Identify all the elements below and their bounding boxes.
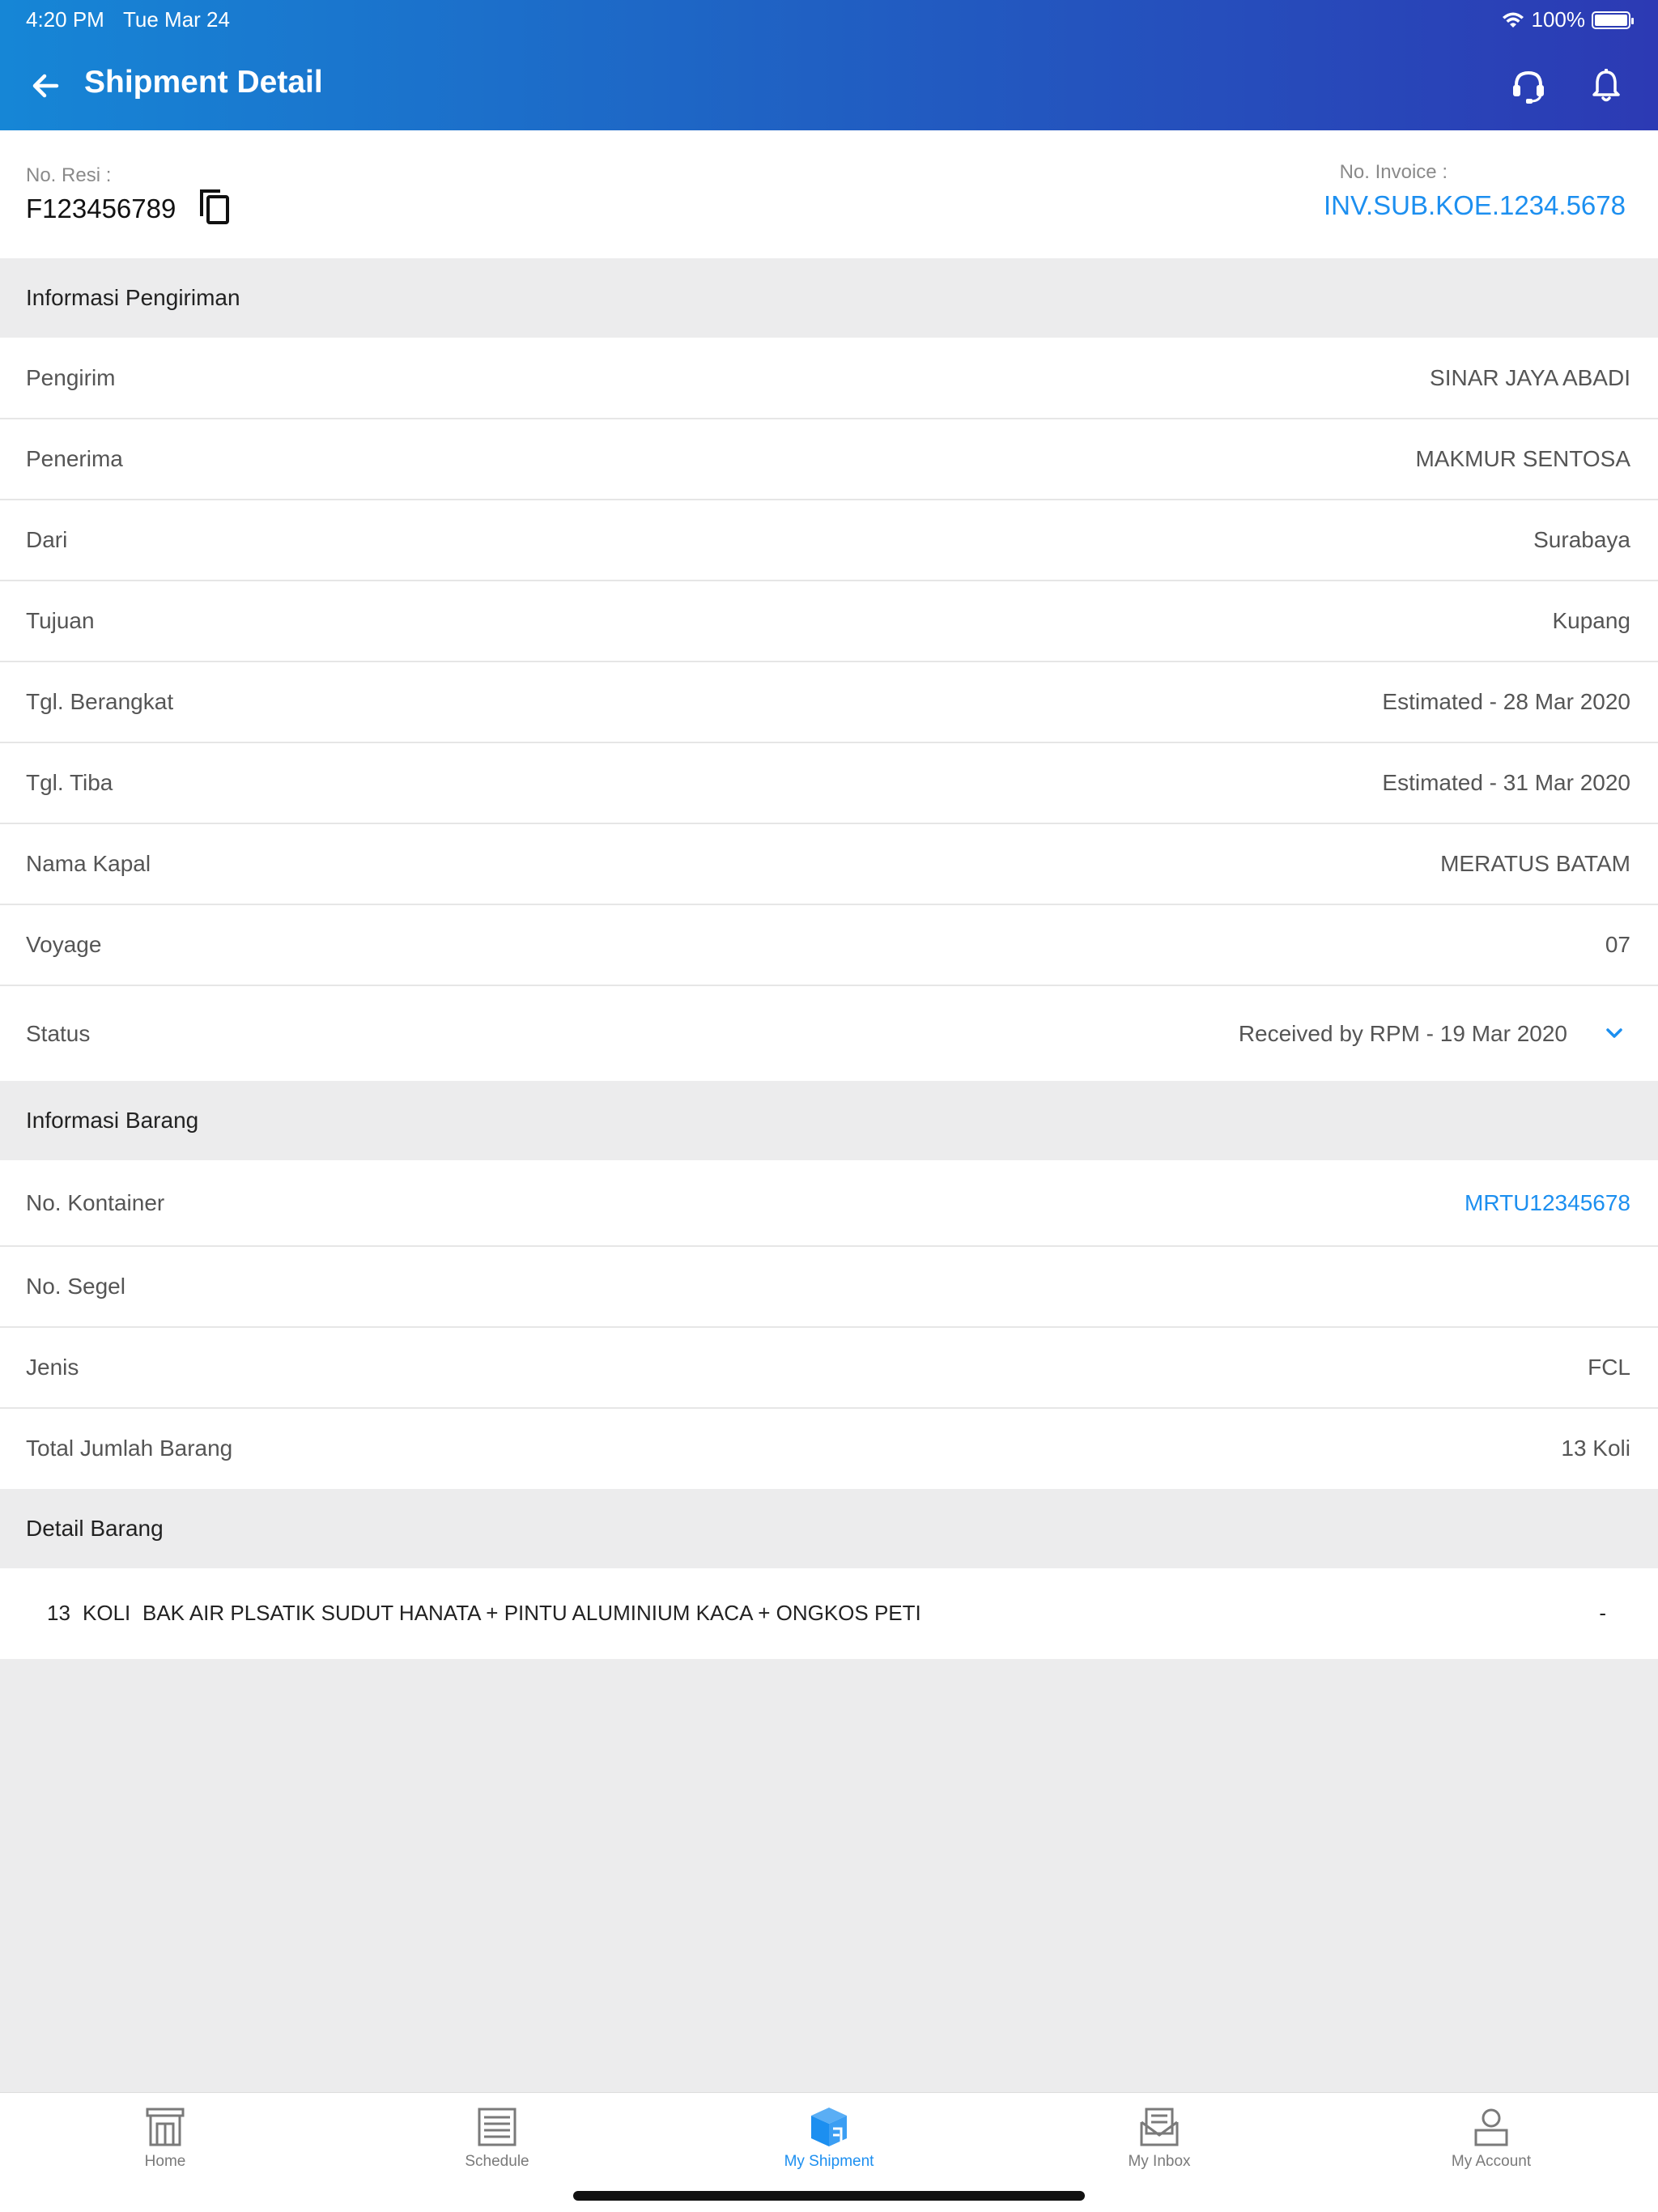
invoice-link[interactable]: INV.SUB.KOE.1234.5678 (1324, 190, 1626, 221)
item-extra: - (1599, 1601, 1606, 1625)
status-indicators: 100% (1501, 7, 1634, 32)
row-label: Tujuan (26, 608, 95, 633)
row-total-jumlah: Total Jumlah Barang 13 Koli (0, 1409, 1658, 1489)
section-header-shipping: Informasi Pengiriman (0, 258, 1658, 338)
inbox-icon (1140, 2108, 1179, 2146)
status-expand-button[interactable] (1598, 1017, 1630, 1049)
row-label: Voyage (26, 932, 102, 957)
status-value: Received by RPM - 19 Mar 2020 (1238, 1021, 1567, 1046)
row-label: Dari (26, 527, 68, 552)
building-icon (146, 2108, 185, 2146)
chevron-down-icon (1606, 1028, 1622, 1038)
schedule-list-icon (478, 2108, 517, 2146)
home-indicator (573, 2191, 1085, 2201)
section-header-goods: Informasi Barang (0, 1081, 1658, 1160)
row-no-segel: No. Segel (0, 1247, 1658, 1328)
page-title: Shipment Detail (84, 65, 323, 100)
nav-my-inbox[interactable]: My Inbox (1070, 2104, 1248, 2185)
package-box-icon (811, 2108, 847, 2146)
row-label: Penerima (26, 446, 123, 471)
row-penerima: Penerima MAKMUR SENTOSA (0, 419, 1658, 500)
resi-label: No. Resi : (26, 164, 112, 186)
row-value: MERATUS BATAM (1440, 851, 1630, 876)
row-value: FCL (1588, 1355, 1630, 1380)
support-button[interactable] (1504, 62, 1553, 110)
notification-button[interactable] (1582, 62, 1630, 110)
battery-percent: 100% (1531, 7, 1586, 32)
title-bar: Shipment Detail (0, 49, 1658, 121)
row-label: Tgl. Berangkat (26, 689, 174, 714)
nav-my-account[interactable]: My Account (1402, 2104, 1580, 2185)
list-item: 13 KOLI BAK AIR PLSATIK SUDUT HANATA + P… (0, 1568, 1658, 1659)
bell-icon (1592, 69, 1620, 102)
row-label: No. Kontainer (26, 1190, 165, 1215)
row-no-kontainer: No. Kontainer MRTU12345678 (0, 1160, 1658, 1247)
item-unit: KOLI (83, 1601, 131, 1625)
row-status[interactable]: Status Received by RPM - 19 Mar 2020 (0, 986, 1658, 1081)
row-label: Jenis (26, 1355, 79, 1380)
copy-resi-button[interactable] (198, 187, 235, 228)
status-date: Tue Mar 24 (123, 7, 230, 32)
nav-schedule[interactable]: Schedule (408, 2104, 586, 2185)
row-label: No. Segel (26, 1274, 125, 1299)
row-label: Tgl. Tiba (26, 770, 113, 795)
row-tujuan: Tujuan Kupang (0, 581, 1658, 662)
row-value: Estimated - 31 Mar 2020 (1382, 770, 1630, 795)
row-tgl-tiba: Tgl. Tiba Estimated - 31 Mar 2020 (0, 743, 1658, 824)
nav-label: My Account (1451, 2153, 1532, 2170)
row-value: 07 (1605, 932, 1630, 957)
battery-icon (1592, 11, 1634, 29)
row-label: Status (26, 1021, 91, 1046)
row-jenis: Jenis FCL (0, 1328, 1658, 1409)
row-dari: Dari Surabaya (0, 500, 1658, 581)
section-header-detail: Detail Barang (0, 1489, 1658, 1568)
nav-my-shipment[interactable]: My Shipment (740, 2104, 918, 2185)
row-pengirim: Pengirim SINAR JAYA ABADI (0, 338, 1658, 419)
resi-number: F123456789 (26, 194, 176, 223)
nav-label: My Inbox (1128, 2153, 1191, 2170)
nav-home[interactable]: Home (76, 2104, 254, 2185)
nav-label: Schedule (465, 2153, 529, 2170)
back-button[interactable] (24, 65, 66, 107)
item-description: BAK AIR PLSATIK SUDUT HANATA + PINTU ALU… (142, 1601, 921, 1625)
invoice-label: No. Invoice : (1339, 161, 1448, 183)
arrow-left-icon (32, 74, 59, 98)
row-value: Surabaya (1533, 527, 1630, 552)
row-label: Nama Kapal (26, 851, 151, 876)
row-value: Kupang (1552, 608, 1630, 633)
row-value: MAKMUR SENTOSA (1415, 446, 1630, 471)
nav-label: My Shipment (784, 2153, 874, 2170)
status-time: 4:20 PM (26, 7, 104, 32)
row-voyage: Voyage 07 (0, 905, 1658, 986)
container-number-link[interactable]: MRTU12345678 (1465, 1190, 1630, 1216)
copy-icon (200, 189, 229, 224)
row-nama-kapal: Nama Kapal MERATUS BATAM (0, 824, 1658, 905)
app-header: 4:20 PM Tue Mar 24 100% Shipment Detail (0, 0, 1658, 130)
row-label: Pengirim (26, 365, 116, 390)
headset-icon (1513, 70, 1544, 104)
row-value: SINAR JAYA ABADI (1430, 365, 1630, 390)
status-bar: 4:20 PM Tue Mar 24 100% (0, 0, 1658, 37)
person-icon (1474, 2108, 1508, 2146)
wifi-icon (1502, 12, 1524, 28)
row-tgl-berangkat: Tgl. Berangkat Estimated - 28 Mar 2020 (0, 662, 1658, 743)
row-label: Total Jumlah Barang (26, 1436, 233, 1461)
item-qty: 13 (47, 1601, 70, 1625)
row-value: Estimated - 28 Mar 2020 (1382, 689, 1630, 714)
reference-block: No. Resi : F123456789 No. Invoice : INV.… (0, 130, 1658, 258)
nav-label: Home (144, 2153, 186, 2170)
row-value: 13 Koli (1561, 1436, 1630, 1461)
